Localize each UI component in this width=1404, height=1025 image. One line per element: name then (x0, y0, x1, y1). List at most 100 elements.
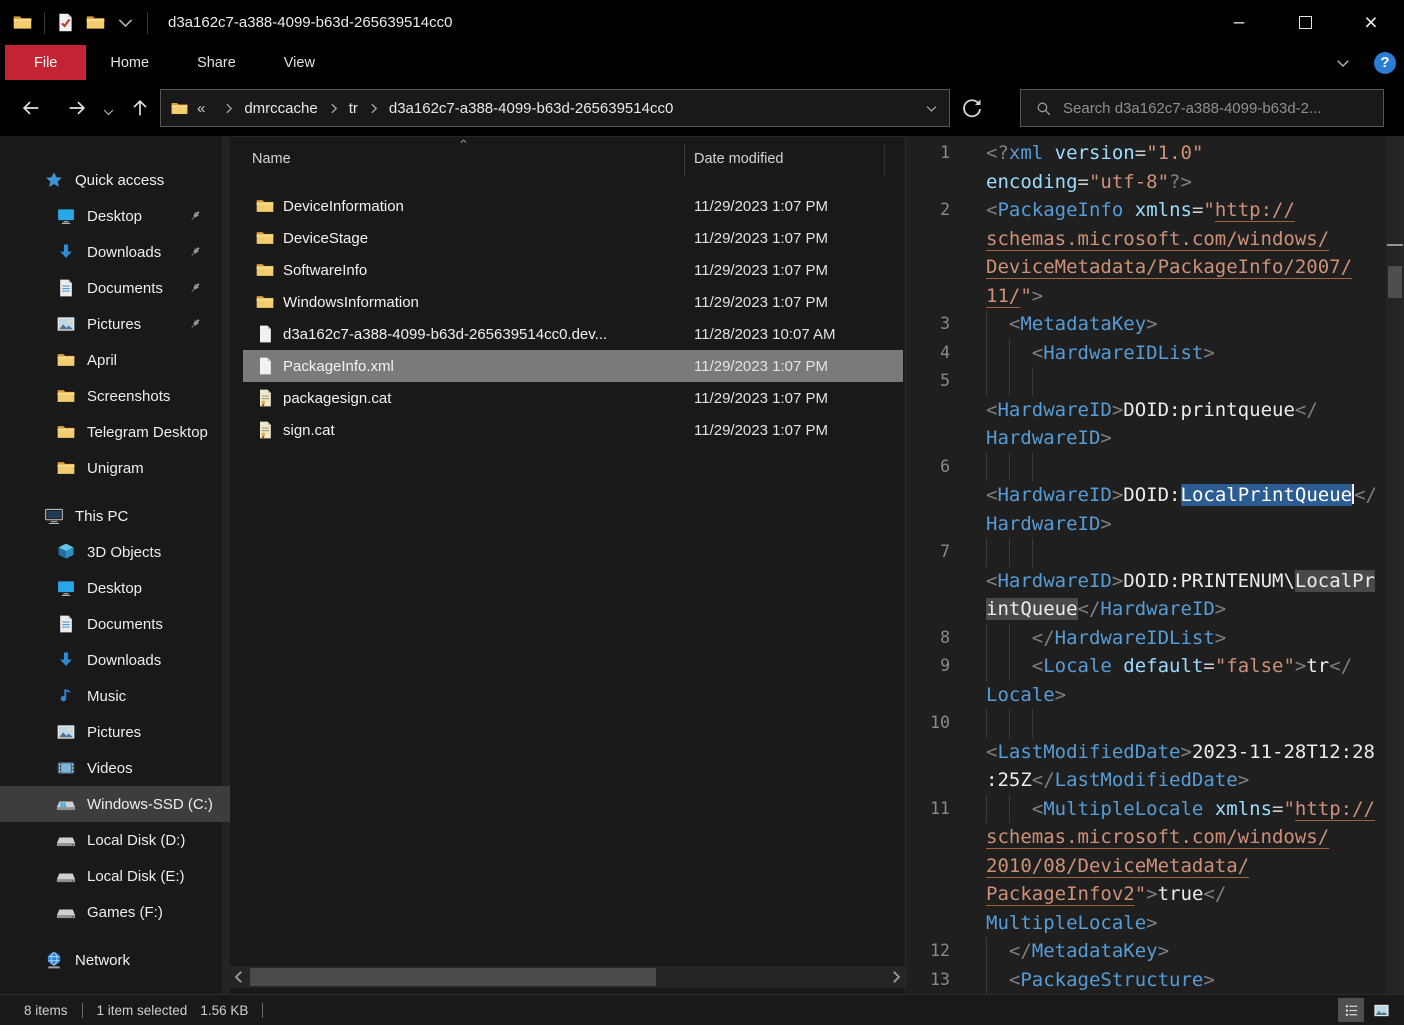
qat-properties-button[interactable] (55, 12, 76, 33)
details-view-button[interactable] (1338, 998, 1364, 1022)
scrollbar-thumb[interactable] (1388, 266, 1402, 298)
token-tag: HardwareIDList (1055, 627, 1215, 649)
code-line[interactable]: intQueue</HardwareID> (906, 595, 1404, 624)
code-line[interactable]: encoding="utf-8"?> (906, 168, 1404, 197)
code-line[interactable]: <HardwareID>DOID:printqueue</ (906, 396, 1404, 425)
sidebar-item-pictures[interactable]: Pictures (0, 306, 230, 342)
code-line[interactable]: 9<Locale default="false">tr</ (906, 652, 1404, 681)
code-line[interactable]: <HardwareID>DOID:LocalPrintQueue</ (906, 481, 1404, 510)
code-line[interactable]: 6 (906, 453, 1404, 482)
sidebar-item-3d-objects[interactable]: 3D Objects (0, 534, 230, 570)
tab-file[interactable]: File (5, 45, 86, 80)
sidebar-item-this-pc[interactable]: This PC (0, 498, 230, 534)
search-input[interactable] (1061, 99, 1383, 118)
qat-new-folder-button[interactable] (85, 12, 106, 33)
back-button[interactable] (20, 97, 42, 119)
tab-home[interactable]: Home (86, 45, 173, 80)
tab-view[interactable]: View (260, 45, 339, 80)
code-line[interactable]: 4<HardwareIDList> (906, 339, 1404, 368)
address-bar[interactable]: « dmrccache tr d3a162c7-a388-4099-b63d-265… (160, 89, 950, 127)
code-line[interactable]: 3<MetadataKey> (906, 310, 1404, 339)
code-line[interactable]: 5 (906, 367, 1404, 396)
sidebar-item-games-f-[interactable]: Games (F:) (0, 894, 230, 930)
code-line[interactable]: 11<MultipleLocale xmlns="http:// (906, 795, 1404, 824)
minimize-button[interactable]: – (1206, 0, 1272, 45)
collapse-ribbon-icon[interactable] (1334, 54, 1352, 72)
code-line[interactable]: 12</MetadataKey> (906, 937, 1404, 966)
sidebar-item-videos[interactable]: Videos (0, 750, 230, 786)
thumbnails-view-button[interactable] (1368, 998, 1394, 1022)
code-vertical-scrollbar[interactable] (1386, 136, 1404, 995)
sidebar-item-screenshots[interactable]: Screenshots (0, 378, 230, 414)
sidebar-item-desktop[interactable]: Desktop (0, 570, 230, 606)
sidebar-item-local-disk-e-[interactable]: Local Disk (E:) (0, 858, 230, 894)
sidebar-item-desktop[interactable]: Desktop (0, 198, 230, 234)
maximize-button[interactable] (1272, 0, 1338, 45)
sidebar-item-windows-ssd-c-[interactable]: Windows-SSD (C:) (0, 786, 230, 822)
sidebar-item-music[interactable]: Music (0, 678, 230, 714)
code-line[interactable]: HardwareID> (906, 510, 1404, 539)
file-row[interactable]: SoftwareInfo11/29/2023 1:07 PM (243, 254, 903, 286)
code-line[interactable]: :25Z</LastModifiedDate> (906, 766, 1404, 795)
sidebar-item-network[interactable]: Network (0, 942, 230, 978)
forward-button[interactable] (66, 97, 88, 119)
cat-icon (255, 420, 275, 440)
sidebar-item-documents[interactable]: Documents (0, 606, 230, 642)
breadcrumb-segment[interactable]: dmrccache (244, 100, 317, 117)
code-line[interactable]: <LastModifiedDate>2023-11-28T12:28 (906, 738, 1404, 767)
sidebar-item-documents[interactable]: Documents (0, 270, 230, 306)
scrollbar-thumb[interactable] (250, 968, 656, 986)
file-row[interactable]: WindowsInformation11/29/2023 1:07 PM (243, 286, 903, 318)
code-line[interactable]: 10 (906, 709, 1404, 738)
column-header-name[interactable]: Name (252, 151, 291, 167)
sidebar-item-quick-access[interactable]: Quick access (0, 162, 230, 198)
code-line[interactable]: DeviceMetadata/PackageInfo/2007/ (906, 253, 1404, 282)
token-url: PackageInfov2 (986, 883, 1135, 905)
code-line[interactable]: 11/"> (906, 282, 1404, 311)
file-row[interactable]: d3a162c7-a388-4099-b63d-265639514cc0.dev… (243, 318, 903, 350)
sidebar-item-pictures[interactable]: Pictures (0, 714, 230, 750)
sidebar-item-local-disk-d-[interactable]: Local Disk (D:) (0, 822, 230, 858)
column-separator[interactable] (684, 144, 685, 176)
code-line[interactable]: schemas.microsoft.com/windows/ (906, 225, 1404, 254)
scroll-right-icon[interactable] (887, 966, 905, 988)
file-row[interactable]: PackageInfo.xml11/29/2023 1:07 PM (243, 350, 903, 382)
code-line[interactable]: 7 (906, 538, 1404, 567)
column-separator[interactable] (884, 144, 885, 176)
file-row[interactable]: DeviceInformation11/29/2023 1:07 PM (243, 190, 903, 222)
code-line[interactable]: schemas.microsoft.com/windows/ (906, 823, 1404, 852)
sidebar-item-downloads[interactable]: Downloads (0, 234, 230, 270)
sidebar-item-downloads[interactable]: Downloads (0, 642, 230, 678)
sidebar-item-telegram-desktop[interactable]: Telegram Desktop (0, 414, 230, 450)
breadcrumb-overflow-chevron[interactable]: « (197, 100, 205, 117)
recent-locations-dropdown[interactable] (101, 101, 116, 123)
up-button[interactable] (129, 97, 151, 119)
code-line[interactable]: 13<PackageStructure> (906, 966, 1404, 995)
horizontal-scrollbar[interactable] (230, 966, 905, 988)
code-line[interactable]: 8</HardwareIDList> (906, 624, 1404, 653)
qat-customize-dropdown-icon[interactable] (115, 12, 136, 33)
column-header-date-modified[interactable]: Date modified (694, 151, 783, 167)
code-line[interactable]: Locale> (906, 681, 1404, 710)
file-row[interactable]: DeviceStage11/29/2023 1:07 PM (243, 222, 903, 254)
code-line[interactable]: 1<?xml version="1.0" (906, 139, 1404, 168)
line-number: 7 (906, 538, 950, 567)
address-dropdown-icon[interactable] (924, 101, 939, 116)
sidebar-item-april[interactable]: April (0, 342, 230, 378)
sidebar-item-unigram[interactable]: Unigram (0, 450, 230, 486)
code-line[interactable]: 2010/08/DeviceMetadata/ (906, 852, 1404, 881)
close-button[interactable]: × (1338, 0, 1404, 45)
breadcrumb-segment[interactable]: d3a162c7-a388-4099-b63d-265639514cc0 (389, 100, 673, 117)
file-row[interactable]: sign.cat11/29/2023 1:07 PM (243, 414, 903, 446)
code-line[interactable]: HardwareID> (906, 424, 1404, 453)
code-line[interactable]: 2<PackageInfo xmlns="http:// (906, 196, 1404, 225)
breadcrumb-segment[interactable]: tr (349, 100, 358, 117)
tab-share[interactable]: Share (173, 45, 260, 80)
scroll-left-icon[interactable] (230, 966, 248, 988)
refresh-button[interactable] (960, 97, 984, 121)
file-row[interactable]: packagesign.cat11/29/2023 1:07 PM (243, 382, 903, 414)
code-line[interactable]: PackageInfov2">true</ (906, 880, 1404, 909)
code-line[interactable]: <HardwareID>DOID:PRINTENUM\LocalPr (906, 567, 1404, 596)
code-line[interactable]: MultipleLocale> (906, 909, 1404, 938)
help-button[interactable]: ? (1374, 52, 1396, 74)
